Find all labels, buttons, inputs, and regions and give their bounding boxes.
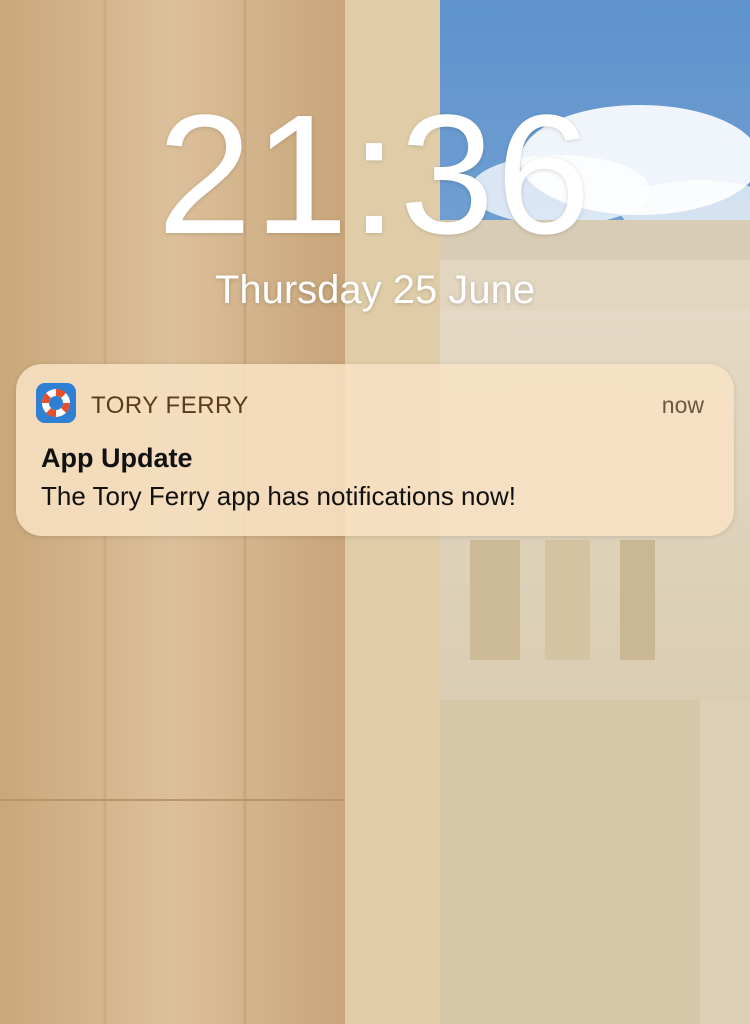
notification-timestamp: now — [661, 392, 704, 418]
notification-app-name: TORY FERRY — [91, 392, 249, 419]
lock-screen-date: Thursday 25 June — [214, 268, 536, 312]
notification-title: App Update — [41, 443, 193, 473]
lifebuoy-icon — [36, 383, 76, 423]
lock-screen: 21:36 Thursday 25 June TORY FERRY now Ap… — [0, 0, 750, 1024]
notification-body: The Tory Ferry app has notifications now… — [41, 481, 516, 511]
notification-card[interactable]: TORY FERRY now App Update The Tory Ferry… — [16, 364, 734, 536]
lock-screen-time: 21:36 — [157, 80, 593, 270]
